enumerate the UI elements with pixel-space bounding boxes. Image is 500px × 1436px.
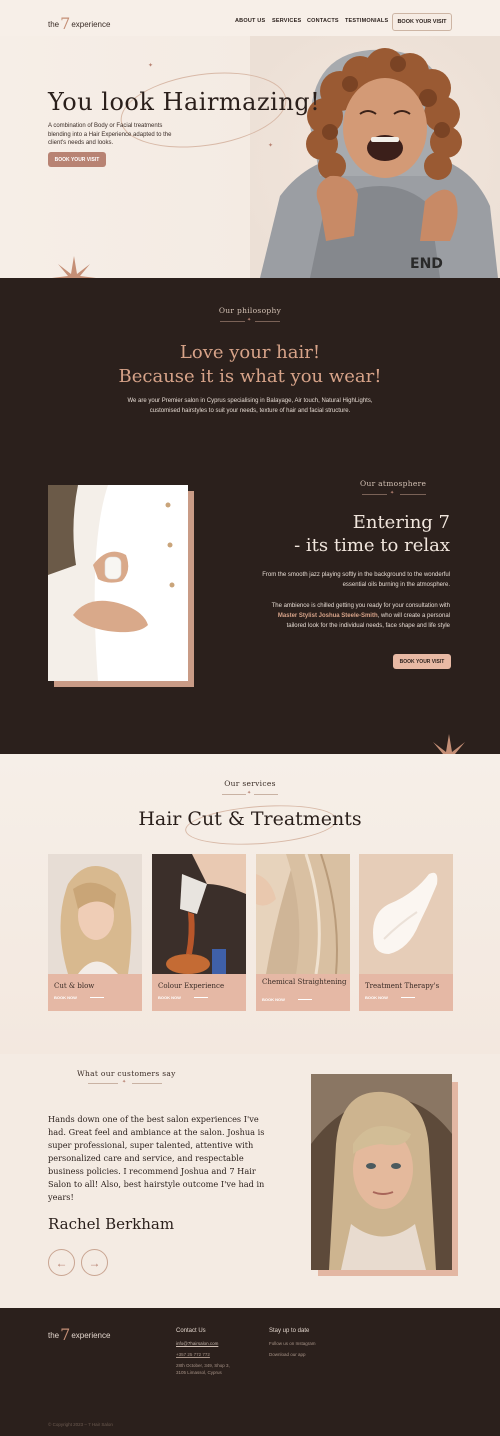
service-card-colour-experience[interactable]: Colour Experience BOOK NOW — [152, 854, 246, 1011]
nav-services[interactable]: SERVICES — [272, 18, 301, 24]
atmosphere-para2-text: The ambience is chilled getting you read… — [271, 603, 450, 609]
divider — [88, 1083, 118, 1084]
services-eyebrow: Our services — [224, 779, 276, 788]
cut-blow-image — [48, 854, 142, 974]
service-card-cut-blow[interactable]: Cut & blow BOOK NOW — [48, 854, 142, 1011]
logo-seven: 7 — [60, 1325, 71, 1344]
nav-testimonials[interactable]: TESTIMONIALS — [345, 18, 388, 24]
hero-section: END ✦ ✦ You look Hairmazing! A combinati… — [0, 36, 500, 278]
sparkle-icon: ✦ — [268, 143, 274, 149]
hero-portrait-image: END — [250, 36, 500, 278]
download-app-link[interactable]: Download our app — [269, 1351, 306, 1358]
service-name: Treatment Therapy's — [365, 982, 440, 990]
copyright: © Copyright 2023 – 7 Hair Salon — [48, 1422, 113, 1427]
footer-logo[interactable]: the7experience — [48, 1323, 111, 1344]
address-line2: 3105 Limassol, Cyprus — [176, 1370, 222, 1375]
book-now-link[interactable]: BOOK NOW — [365, 995, 388, 1000]
philosophy-heading: Love your hair! Because it is what you w… — [0, 341, 500, 389]
logo-text-post: experience — [71, 1331, 111, 1340]
logo-text-post: experience — [71, 20, 111, 29]
service-name: Colour Experience — [158, 982, 225, 990]
sparkle-icon: ✦ — [247, 317, 252, 323]
sparkle-icon: ✦ — [390, 490, 395, 496]
testimonial-quote: Hands down one of the best salon experie… — [48, 1114, 265, 1202]
book-now-link[interactable]: BOOK NOW — [158, 995, 181, 1000]
hero-book-button[interactable]: BOOK YOUR VISIT — [48, 152, 106, 167]
service-name: Chemical Straightening — [262, 978, 347, 986]
book-now-link[interactable]: BOOK NOW — [54, 995, 77, 1000]
sparkle-icon: ✦ — [247, 790, 252, 796]
book-now-link[interactable]: BOOK NOW — [262, 997, 285, 1002]
service-name: Cut & blow — [54, 982, 95, 990]
logo-text-pre: the — [48, 1331, 60, 1340]
sparkle-icon: ✦ — [148, 63, 154, 69]
chemical-straightening-image — [256, 854, 350, 974]
logo-seven: 7 — [60, 14, 71, 33]
arrow-right-icon — [194, 997, 208, 998]
atmosphere-heading-line2: - its time to relax — [294, 535, 450, 556]
colour-experience-image — [152, 854, 246, 974]
philosophy-heading-line1: Love your hair! — [179, 342, 321, 363]
atmosphere-heading: Entering 7 - its time to relax — [230, 511, 450, 557]
atmosphere-eyebrow: Our atmosphere — [360, 479, 427, 488]
atmosphere-para2: The ambience is chilled getting you read… — [260, 601, 450, 631]
hoodie-print: END — [410, 256, 443, 272]
hero-description: A combination of Body or Facial treatmen… — [48, 123, 172, 146]
contact-title: Contact Us — [176, 1328, 206, 1334]
site-footer: the7experience Contact Us info@7hairsalo… — [0, 1308, 500, 1436]
arrow-right-icon — [90, 997, 104, 998]
testimonial-author: Rachel Berkham — [48, 1215, 175, 1233]
divider — [255, 321, 280, 322]
philosophy-eyebrow: Our philosophy — [218, 306, 282, 315]
atmosphere-book-button[interactable]: BOOK YOUR VISIT — [393, 654, 451, 669]
sparkle-icon: ✦ — [122, 1079, 127, 1085]
divider — [220, 321, 245, 322]
hero-title: You look Hairmazing! — [48, 88, 321, 116]
nav-contacts[interactable]: CONTACTS — [307, 18, 339, 24]
divider — [362, 494, 387, 495]
testimonial-eyebrow: What our customers say — [77, 1069, 176, 1078]
atmosphere-heading-line1: Entering 7 — [352, 512, 450, 533]
logo[interactable]: the7experience — [48, 12, 111, 33]
atmosphere-image — [48, 485, 188, 681]
nav-about-us[interactable]: ABOUT US — [235, 18, 265, 24]
philosophy-atmosphere-section: Our philosophy ✦ Love your hair! Because… — [0, 278, 500, 754]
next-testimonial-button[interactable]: → — [81, 1249, 108, 1276]
divider — [132, 1083, 162, 1084]
treatment-therapy-image — [359, 854, 453, 974]
philosophy-body: We are your Premier salon in Cyprus spec… — [127, 398, 373, 414]
customer-portrait-image — [311, 1074, 452, 1270]
contact-email-link[interactable]: info@7hairsalon.com — [176, 1340, 218, 1347]
stylist-highlight: Master Stylist Joshua Steele-Smith — [277, 613, 378, 619]
arrow-right-icon — [298, 999, 312, 1000]
service-card-chemical-straightening[interactable]: Chemical Straightening BOOK NOW — [256, 854, 350, 1011]
philosophy-heading-line2: Because it is what you wear! — [118, 366, 382, 387]
divider — [222, 794, 246, 795]
logo-text-pre: the — [48, 20, 60, 29]
services-heading: Hair Cut & Treatments — [138, 808, 362, 830]
arrow-right-icon — [401, 997, 415, 998]
address-line1: 28th October, 349, Shop 3, — [176, 1363, 230, 1368]
contact-phone-link[interactable]: +357 25 772 772 — [176, 1351, 210, 1358]
service-card-treatment-therapy[interactable]: Treatment Therapy's BOOK NOW — [359, 854, 453, 1011]
follow-title: Stay up to date — [269, 1328, 310, 1334]
instagram-link[interactable]: Follow us on Instagram — [269, 1340, 316, 1347]
header-book-button[interactable]: BOOK YOUR VISIT — [392, 13, 452, 31]
site-header: the7experience ABOUT US SERVICES CONTACT… — [0, 0, 500, 37]
divider — [254, 794, 278, 795]
prev-testimonial-button[interactable]: ← — [48, 1249, 75, 1276]
divider — [400, 494, 426, 495]
atmosphere-para1: From the smooth jazz playing softly in t… — [262, 572, 450, 588]
